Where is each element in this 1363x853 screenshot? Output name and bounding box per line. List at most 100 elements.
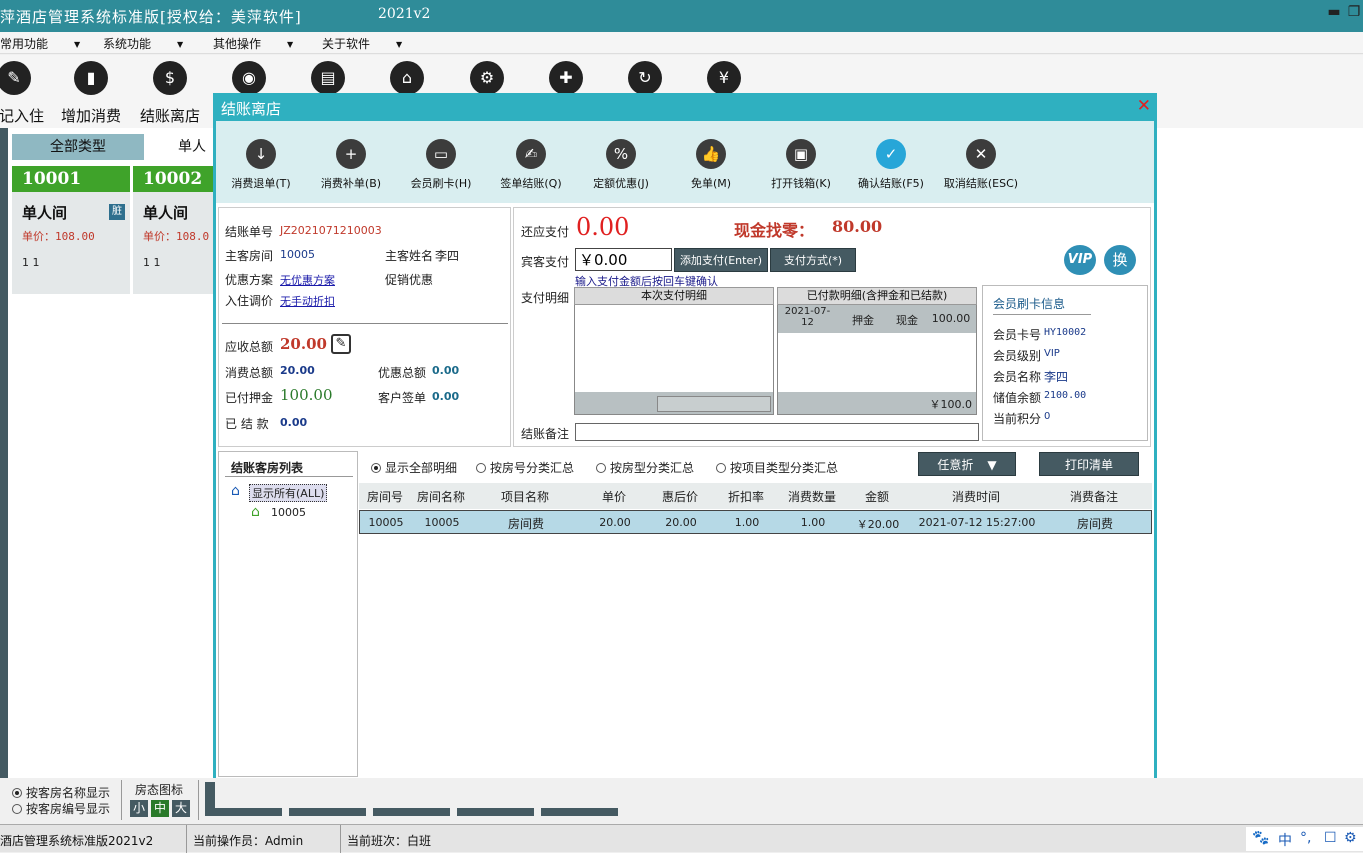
size-large-button[interactable]: 大 [172, 800, 190, 817]
discount-total: 0.00 [432, 364, 460, 377]
status-tab[interactable] [205, 808, 282, 816]
paw-icon[interactable]: 🐾 [1252, 830, 1269, 846]
discount-dropdown-button[interactable]: 任意折 ▼ [918, 452, 1016, 476]
bottle-icon: ▮ [74, 61, 108, 95]
fixed-discount-button[interactable]: % 定额优惠(J) [576, 139, 666, 191]
guest-pay-input[interactable] [575, 248, 672, 271]
status-bar: 酒店管理系统标准版2021v2 当前操作员：Admin 当前班次：白班 🐾 中 … [0, 824, 1363, 853]
remark-input[interactable] [575, 423, 979, 441]
deposit-amount: 100.00 [280, 386, 333, 404]
refund-button[interactable]: ↓ 消费退单(T) [216, 139, 306, 191]
minimize-icon[interactable]: ▬ [1326, 4, 1342, 20]
supplement-button[interactable]: + 消费补单(B) [306, 139, 396, 191]
divider [222, 323, 508, 324]
menu-common[interactable]: 常用功能 ▼ [0, 35, 80, 52]
room-panel: 全部类型 单人 10001 单人间 脏 单价：108.00 1 1 10002 … [8, 128, 215, 778]
change-label: 现金找零： [734, 221, 815, 240]
change-amount: 80.00 [832, 217, 883, 236]
room-tree-panel: 结账客房列表 ⌂ 显示所有(ALL) ⌂ 10005 [218, 451, 358, 777]
member-name: 李四 [1044, 370, 1069, 384]
status-tab[interactable] [289, 808, 366, 816]
member-level: VIP [1044, 348, 1060, 359]
member-card-button[interactable]: ▭ 会员刷卡(H) [396, 139, 486, 191]
thumb-up-icon: 👍 [696, 139, 726, 169]
status-tab[interactable] [457, 808, 534, 816]
room-price: 单价：108.00 [22, 230, 95, 243]
tab-single[interactable]: 单人 [178, 134, 218, 160]
confirm-checkout-button[interactable]: ✓ 确认结账(F5) [846, 139, 936, 191]
app-version: 2021v2 [378, 6, 431, 22]
open-cash-drawer-button[interactable]: ▣ 打开钱箱(K) [756, 139, 846, 191]
bottom-bar: 按客房名称显示 按客房编号显示 房态图标 小 中 大 [0, 778, 1363, 824]
add-consume-button[interactable]: ▮ 增加消费 [51, 61, 131, 126]
close-icon[interactable]: ✕ [1137, 96, 1151, 116]
price-adjust-link[interactable]: 无手动折扣 [280, 293, 335, 309]
filter-roomtype-radio[interactable]: 按房型分类汇总 [596, 459, 694, 476]
punctuation-icon[interactable]: °, [1300, 830, 1311, 846]
ime-tray: 🐾 中 °, ☐ ⚙ [1246, 827, 1363, 851]
open-sign-icon: ◉ [232, 61, 266, 95]
sign-bill-button[interactable]: ✍ 签单结账(Q) [486, 139, 576, 191]
receivable-amount: 20.00 [280, 335, 327, 353]
chevron-down-icon: ▼ [177, 40, 184, 49]
keyboard-icon[interactable]: ☐ [1324, 830, 1337, 846]
menu-about[interactable]: 关于软件 ▼ [322, 35, 402, 52]
size-medium-button[interactable]: 中 [151, 800, 169, 817]
swap-icon[interactable]: 换 [1104, 245, 1136, 275]
menu-bar: 常用功能 ▼ 系统功能 ▼ 其他操作 ▼ 关于软件 ▼ [0, 32, 1363, 54]
sign-icon: ✍ [516, 139, 546, 169]
plus-icon: + [336, 139, 366, 169]
status-operator: 当前操作员：Admin [193, 834, 304, 848]
vip-icon[interactable]: VIP [1064, 245, 1096, 275]
size-small-button[interactable]: 小 [130, 800, 148, 817]
room-card[interactable]: 10002 单人间 单价：108.0 1 1 [133, 166, 215, 294]
cancel-checkout-button[interactable]: ✕ 取消结账(ESC) [936, 139, 1026, 191]
bill-info-panel [218, 207, 511, 447]
app-title: 萍酒店管理系统标准版[授权给：美萍软件] [0, 8, 302, 26]
discount-plan-link[interactable]: 无优惠方案 [280, 272, 335, 288]
filter-itemtype-radio[interactable]: 按项目类型分类汇总 [716, 459, 838, 476]
room-card[interactable]: 10001 单人间 脏 单价：108.00 1 1 [12, 166, 130, 294]
table-header: 房间号 房间名称 项目名称 单价 惠后价 折扣率 消费数量 金额 消费时间 消费… [359, 483, 1152, 509]
status-tab[interactable] [373, 808, 450, 816]
user-add-icon: ✚ [549, 61, 583, 95]
ime-settings-icon[interactable]: ⚙ [1344, 830, 1357, 846]
print-list-button[interactable]: 打印清单 [1039, 452, 1139, 476]
room-price: 单价：108.0 [143, 230, 210, 243]
cancel-icon: ✕ [966, 139, 996, 169]
tab-all-types[interactable]: 全部类型 [12, 134, 144, 160]
show-by-number-radio[interactable]: 按客房编号显示 [12, 800, 110, 817]
scrollbar[interactable] [657, 396, 771, 412]
restore-icon[interactable]: ❐ [1346, 4, 1362, 20]
menu-system[interactable]: 系统功能 ▼ [103, 35, 183, 52]
refresh-icon: ↻ [628, 61, 662, 95]
tree-item-all[interactable]: 显示所有(ALL) [249, 484, 328, 502]
paid-detail-list[interactable]: 已付款明细(含押金和已结款) 2021-07-12 押金 现金 100.00 ￥… [777, 287, 977, 415]
checkout-button[interactable]: $ 结账离店 [130, 61, 210, 126]
table-row[interactable]: 10005 10005 房间费 20.00 20.00 1.00 1.00 ￥2… [359, 510, 1152, 534]
status-tab[interactable] [541, 808, 618, 816]
confirm-check-icon: ✓ [876, 139, 906, 169]
chinese-mode-icon[interactable]: 中 [1278, 830, 1292, 850]
add-payment-button[interactable]: 添加支付(Enter) [674, 248, 768, 272]
free-bill-button[interactable]: 👍 免单(M) [666, 139, 756, 191]
this-payment-list[interactable]: 本次支付明细 [574, 287, 774, 415]
paid-row[interactable]: 2021-07-12 押金 现金 100.00 [778, 305, 976, 333]
receipt-icon: $ [153, 61, 187, 95]
download-icon: ↓ [246, 139, 276, 169]
payment-method-button[interactable]: 支付方式(*) [770, 248, 856, 272]
edit-icon[interactable]: ✎ [331, 334, 351, 354]
chevron-down-icon: ▼ [287, 40, 294, 49]
guest-name: 李四 [435, 249, 460, 263]
dialog-title: 结账离店 [221, 100, 282, 118]
status-shift: 当前班次：白班 [347, 834, 432, 848]
room-misc: 1 1 [143, 256, 161, 269]
menu-other[interactable]: 其他操作 ▼ [213, 35, 293, 52]
consume-total: 20.00 [280, 364, 315, 377]
filter-all-radio[interactable]: 显示全部明细 [371, 459, 457, 476]
filter-room-radio[interactable]: 按房号分类汇总 [476, 459, 574, 476]
checkin-button[interactable]: ✎登记入住 [0, 61, 54, 126]
tree-item-room[interactable]: 10005 [271, 506, 306, 519]
show-by-name-radio[interactable]: 按客房名称显示 [12, 784, 110, 801]
room-number: 10001 [12, 166, 130, 192]
